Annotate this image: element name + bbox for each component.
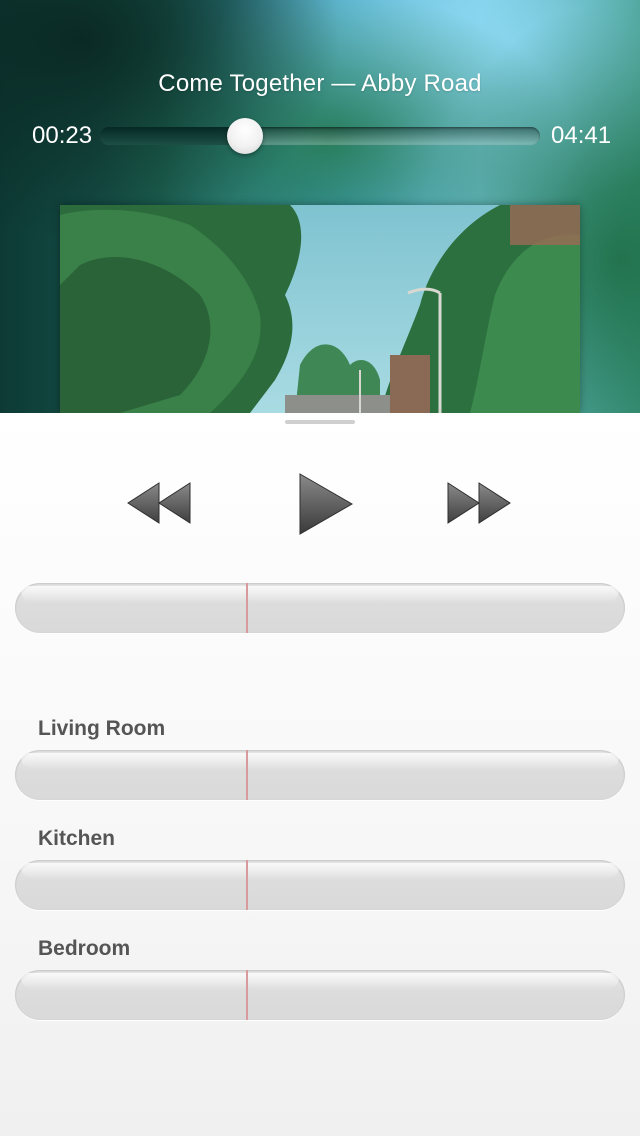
now-playing-header: Come Together — Abby Road 00:23 04:41 — [0, 0, 640, 413]
volume-marker[interactable] — [245, 750, 248, 800]
volume-marker[interactable] — [245, 860, 248, 910]
rewind-icon — [127, 482, 191, 524]
album-artwork — [60, 205, 580, 413]
living-room-volume-slider[interactable] — [15, 750, 625, 800]
bedroom-volume-slider[interactable] — [15, 970, 625, 1020]
progress-fill — [100, 127, 246, 145]
play-button[interactable] — [298, 473, 354, 540]
fast-forward-icon — [447, 482, 511, 524]
playback-controls-panel: Living Room Kitchen Bedroom — [0, 413, 640, 1136]
kitchen-volume-slider[interactable] — [15, 860, 625, 910]
music-player-screen: Come Together — Abby Road 00:23 04:41 Li… — [0, 0, 640, 1136]
progress-knob[interactable] — [227, 118, 264, 154]
volume-marker[interactable] — [245, 970, 248, 1020]
elapsed-time: 00:23 — [32, 122, 93, 149]
room-label-kitchen: Kitchen — [38, 827, 116, 850]
playback-progress-slider[interactable] — [100, 118, 540, 154]
artwork-image — [60, 205, 580, 413]
volume-marker[interactable] — [245, 583, 248, 633]
drawer-handle[interactable] — [285, 420, 355, 424]
track-title: Come Together — Abby Road — [158, 70, 482, 97]
rewind-button[interactable] — [127, 481, 191, 530]
transport-controls — [0, 473, 640, 539]
fast-forward-button[interactable] — [447, 481, 511, 530]
master-volume-slider[interactable] — [15, 583, 625, 633]
room-label-living-room: Living Room — [38, 717, 166, 740]
play-icon — [299, 473, 354, 535]
room-label-bedroom: Bedroom — [38, 937, 131, 960]
total-time: 04:41 — [551, 122, 612, 149]
